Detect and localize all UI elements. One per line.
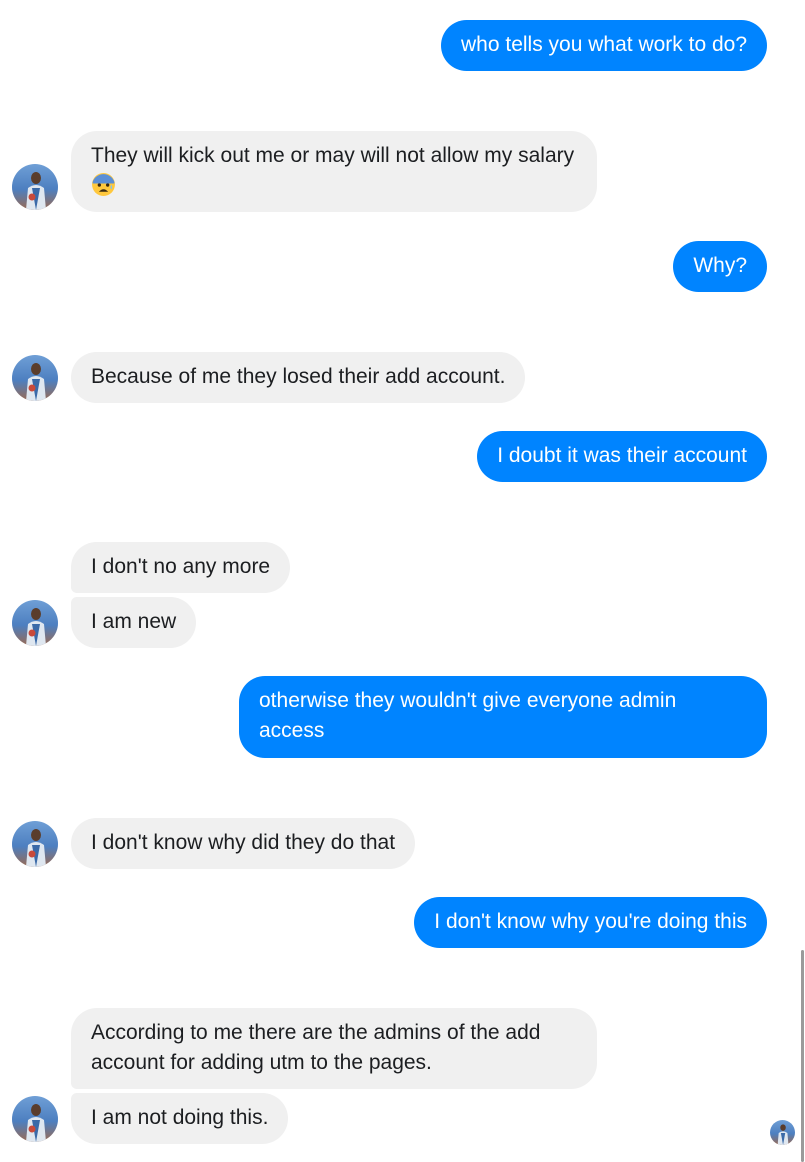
message-text: otherwise they wouldn't give everyone ad… bbox=[259, 689, 677, 742]
incoming-message[interactable]: I don't no any more bbox=[71, 542, 291, 593]
message-text: I don't know why did they do that bbox=[91, 831, 396, 854]
scrollbar[interactable] bbox=[801, 950, 804, 1162]
contact-avatar-icon[interactable] bbox=[12, 1096, 58, 1142]
outgoing-message[interactable]: otherwise they wouldn't give everyone ad… bbox=[239, 676, 767, 758]
message-text: I don't no any more bbox=[91, 555, 271, 578]
incoming-message[interactable]: I am new bbox=[71, 597, 197, 648]
message-text: They will kick out me or may will not al… bbox=[91, 144, 575, 167]
contact-avatar-icon[interactable] bbox=[12, 821, 58, 867]
outgoing-message[interactable]: Why? bbox=[673, 241, 767, 292]
outgoing-message[interactable]: I don't know why you're doing this bbox=[414, 897, 767, 948]
incoming-message[interactable]: They will kick out me or may will not al… bbox=[71, 131, 597, 212]
incoming-message[interactable]: I don't know why did they do that bbox=[71, 818, 416, 869]
message-text: I am new bbox=[91, 610, 177, 633]
message-text: I don't know why you're doing this bbox=[434, 910, 747, 933]
contact-avatar-icon[interactable] bbox=[12, 600, 58, 646]
message-text: According to me there are the admins of … bbox=[91, 1021, 541, 1074]
contact-avatar-icon[interactable] bbox=[12, 164, 58, 210]
message-text: Because of me they losed their add accou… bbox=[91, 365, 506, 388]
message-text: I doubt it was their account bbox=[497, 444, 747, 467]
contact-avatar-icon[interactable] bbox=[12, 355, 58, 401]
incoming-message[interactable]: According to me there are the admins of … bbox=[71, 1008, 597, 1089]
outgoing-message[interactable]: I doubt it was their account bbox=[477, 431, 767, 482]
outgoing-message[interactable]: who tells you what work to do? bbox=[441, 20, 767, 71]
message-text: Why? bbox=[693, 254, 747, 277]
incoming-message[interactable]: I am not doing this. bbox=[71, 1093, 289, 1144]
incoming-message[interactable]: Because of me they losed their add accou… bbox=[71, 352, 526, 403]
message-text: who tells you what work to do? bbox=[461, 33, 747, 56]
anxious-face-with-sweat-emoji-icon bbox=[91, 172, 116, 206]
seen-avatar-icon bbox=[770, 1120, 795, 1145]
message-text: I am not doing this. bbox=[91, 1106, 269, 1129]
message-thread: who tells you what work to do? They will… bbox=[0, 0, 805, 1162]
